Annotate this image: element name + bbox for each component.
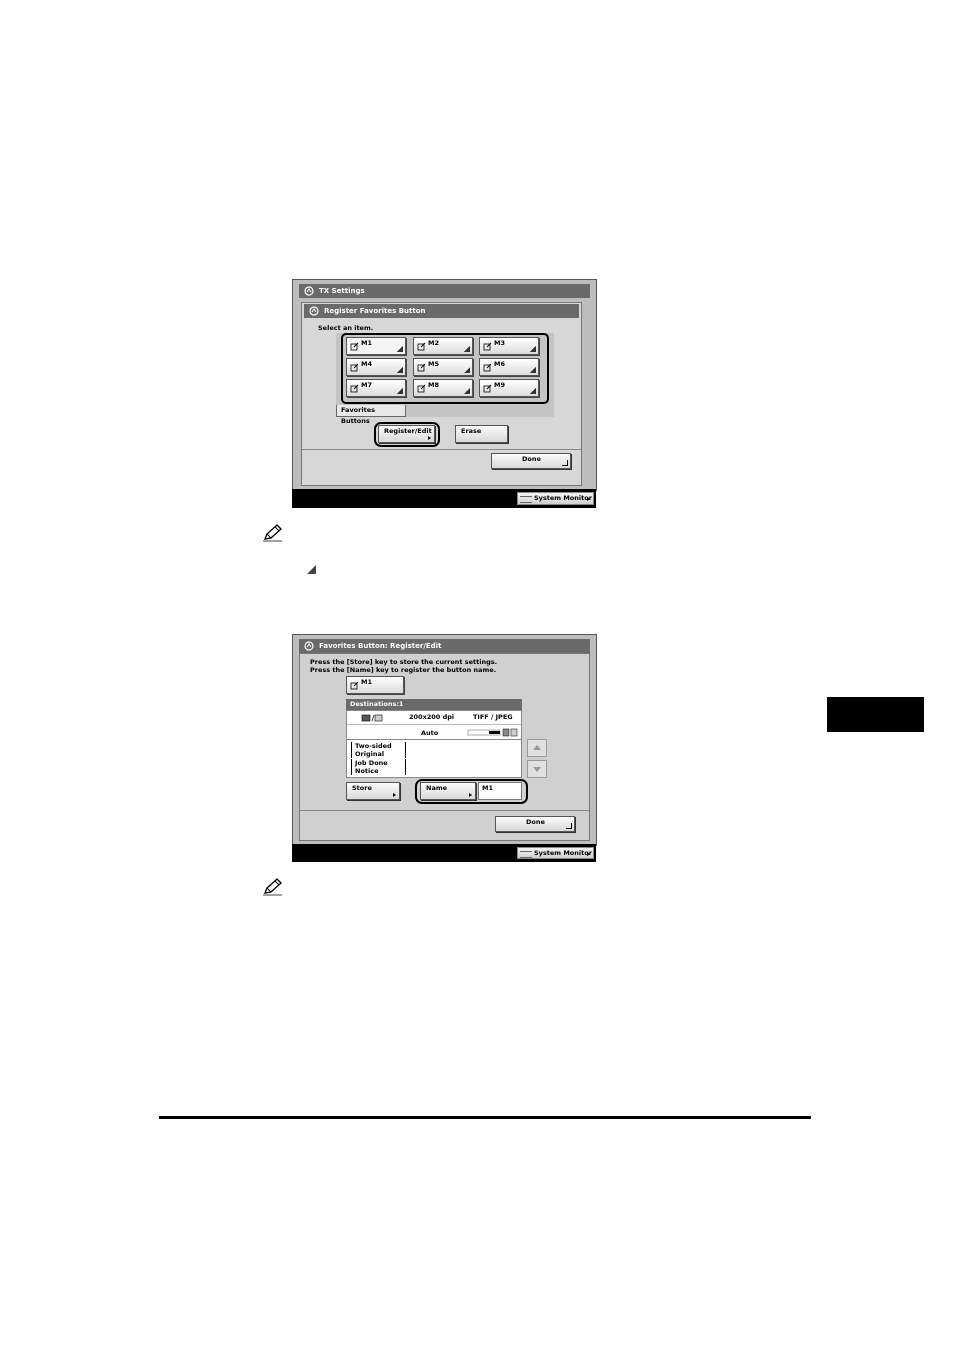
fax-mode-icon — [304, 641, 314, 651]
system-monitor-label: System Monitor — [534, 494, 592, 502]
done-button[interactable]: Done — [495, 816, 575, 832]
status-bar: System Monitor — [292, 489, 596, 508]
register-edit-panel: Press the [Store] key to store the curre… — [299, 653, 590, 841]
fax-mode-icon — [304, 286, 314, 296]
note-pencil-icon — [263, 878, 282, 896]
register-favorites-title-bar: Register Favorites Button — [304, 304, 579, 318]
density-value: Auto — [421, 729, 439, 737]
arrow-right-icon — [587, 852, 590, 856]
erase-button[interactable]: Erase — [455, 425, 508, 443]
scan-mode-icon — [361, 714, 383, 722]
register-favorites-title: Register Favorites Button — [324, 307, 426, 315]
scroll-down-icon — [533, 767, 541, 772]
corner-triangle-icon — [307, 565, 316, 574]
tx-settings-screen: TX Settings Register Favorites Button Se… — [292, 279, 597, 491]
status-bar: System Monitor — [292, 844, 596, 862]
return-icon — [562, 460, 568, 466]
destinations-label: Destinations:1 — [350, 700, 404, 708]
scroll-up-button[interactable] — [527, 739, 547, 757]
done-label: Done — [522, 455, 541, 463]
register-edit-title-bar: Favorites Button: Register/Edit — [299, 639, 590, 653]
setting-line: Original — [355, 750, 385, 758]
arrow-right-icon — [587, 497, 590, 501]
fax-mode-icon — [309, 306, 319, 316]
setting-job-done-notice: Job Done Notice — [351, 759, 406, 775]
favorite-label: M1 — [361, 678, 372, 686]
register-favorites-dialog: Register Favorites Button Select an item… — [301, 302, 582, 486]
setting-line: Job Done — [355, 759, 388, 767]
monitor-icon — [520, 496, 532, 503]
store-button[interactable]: Store — [346, 782, 400, 800]
tx-settings-title: TX Settings — [319, 287, 365, 295]
register-edit-title: Favorites Button: Register/Edit — [319, 642, 442, 650]
tx-settings-title-bar: TX Settings — [299, 284, 590, 298]
instruction-line-1: Press the [Store] key to store the curre… — [310, 658, 498, 666]
file-format-value: TIFF / JPEG — [473, 713, 513, 721]
setting-line: Notice — [355, 767, 379, 775]
arrow-right-icon — [393, 793, 396, 797]
instruction-line-2: Press the [Name] key to register the but… — [310, 666, 497, 674]
scroll-up-icon — [533, 745, 541, 750]
resolution-value: 200x200 dpi — [409, 713, 455, 721]
favorites-highlight — [341, 333, 549, 404]
scroll-down-button[interactable] — [527, 760, 547, 778]
system-monitor-button[interactable]: System Monitor — [517, 492, 594, 505]
favorite-icon — [350, 681, 359, 690]
register-edit-highlight — [374, 422, 440, 447]
system-monitor-label: System Monitor — [534, 849, 592, 857]
settings-list: Two-sided Original Job Done Notice — [346, 740, 522, 778]
favorites-tab-label: Favorites Buttons — [341, 406, 375, 425]
return-icon — [566, 823, 572, 829]
favorites-register-edit-screen: Favorites Button: Register/Edit Press th… — [292, 634, 597, 846]
name-highlight — [415, 779, 528, 804]
setting-line: Two-sided — [355, 742, 392, 750]
footer-rule — [159, 1116, 811, 1119]
chapter-tab — [827, 697, 924, 732]
favorite-button-m1[interactable]: M1 — [346, 676, 404, 694]
favorites-tab[interactable]: Favorites Buttons — [336, 405, 406, 425]
dialog-divider — [302, 449, 581, 450]
monitor-icon — [520, 851, 532, 858]
settings-summary: 200x200 dpi TIFF / JPEG Auto — [346, 710, 522, 740]
panel-divider — [300, 810, 589, 811]
instruction-text: Select an item. — [318, 324, 374, 332]
destinations-header: Destinations:1 — [346, 699, 522, 710]
store-label: Store — [352, 784, 372, 792]
erase-label: Erase — [461, 427, 482, 435]
system-monitor-button[interactable]: System Monitor — [517, 847, 594, 859]
note-pencil-icon — [263, 524, 282, 542]
density-scale-icon — [467, 728, 518, 737]
setting-two-sided-original: Two-sided Original — [351, 742, 406, 758]
done-label: Done — [526, 818, 545, 826]
done-button[interactable]: Done — [491, 453, 571, 469]
summary-row-divider — [347, 724, 521, 725]
tab-strip-line — [406, 405, 554, 417]
